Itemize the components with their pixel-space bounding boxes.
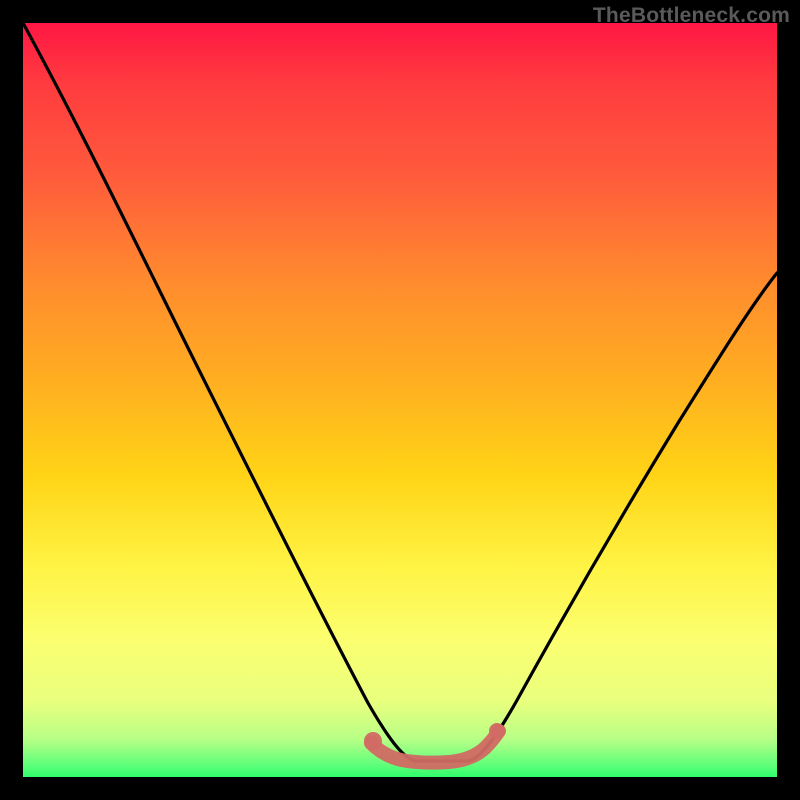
plot-area xyxy=(23,23,777,777)
chart-frame: TheBottleneck.com xyxy=(0,0,800,800)
valley-knob-left xyxy=(364,732,382,750)
watermark-text: TheBottleneck.com xyxy=(593,4,790,28)
chart-svg xyxy=(23,23,777,777)
valley-knob-right xyxy=(489,723,505,739)
bottleneck-curve xyxy=(23,23,777,761)
